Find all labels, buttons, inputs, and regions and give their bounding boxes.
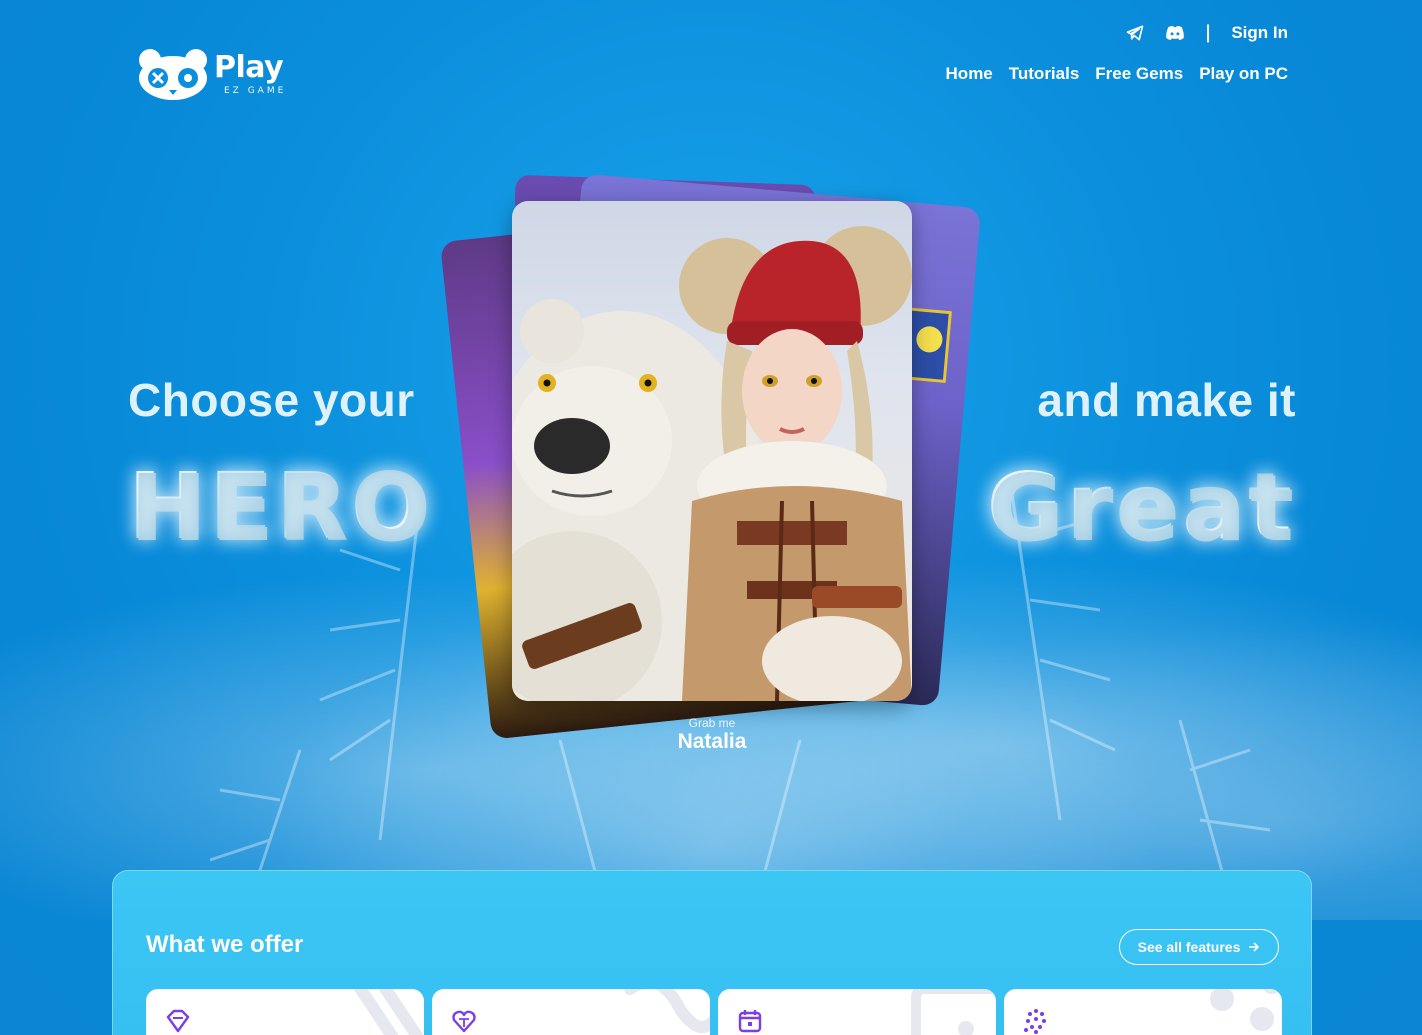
card-caption: Grab me Natalia — [612, 716, 812, 754]
offer-tiles — [146, 989, 1282, 1035]
offer-tile[interactable] — [432, 989, 710, 1035]
hero-right-text: and make it Great — [987, 372, 1296, 562]
tile-decoration — [353, 989, 424, 1035]
tile-decoration — [911, 989, 996, 1035]
nav-free-gems[interactable]: Free Gems — [1095, 64, 1183, 84]
hero-card-carousel[interactable] — [439, 173, 982, 740]
offer-title: What we offer — [146, 931, 304, 958]
hero-right-big: Great — [986, 453, 1296, 560]
calendar-icon — [738, 1010, 762, 1033]
hero-card-natalia[interactable] — [512, 201, 912, 701]
dots-icon — [1024, 1009, 1046, 1034]
nav-home[interactable]: Home — [946, 64, 993, 84]
panda-logo-icon — [139, 49, 207, 100]
discord-icon[interactable] — [1165, 23, 1185, 43]
tile-decoration — [1210, 989, 1281, 1031]
offer-tile[interactable] — [1004, 989, 1282, 1035]
nav-tutorials[interactable]: Tutorials — [1009, 64, 1080, 84]
heart-gem-icon — [452, 1010, 476, 1033]
hero-left-big: HERO — [128, 453, 433, 560]
telegram-icon[interactable] — [1125, 23, 1145, 43]
hero-right-line: and make it — [1037, 374, 1296, 426]
offer-tile[interactable] — [146, 989, 424, 1035]
brand-tagline: EZ GAME — [224, 85, 287, 96]
offer-tile[interactable] — [718, 989, 996, 1035]
hero-left-line: Choose your — [128, 374, 415, 426]
header-separator: | — [1204, 22, 1212, 43]
see-all-features-button[interactable]: See all features — [1119, 929, 1279, 965]
brand-logo[interactable]: Play EZ GAME — [136, 46, 286, 102]
card-caption-small: Grab me — [688, 716, 736, 730]
gem-icon — [166, 1009, 190, 1033]
arrow-right-icon — [1249, 942, 1260, 952]
brand-name: Play — [214, 49, 284, 85]
offer-panel: What we offer See all features — [112, 870, 1312, 1035]
sign-in-link[interactable]: Sign In — [1231, 23, 1288, 43]
header-utility: | Sign In — [1125, 22, 1288, 43]
main-nav: Home Tutorials Free Gems Play on PC — [946, 64, 1288, 84]
see-all-features-label: See all features — [1137, 939, 1241, 955]
card-caption-name: Natalia — [677, 730, 747, 753]
nav-play-on-pc[interactable]: Play on PC — [1199, 64, 1288, 84]
tile-decoration — [624, 989, 710, 1033]
hero-left-text: Choose your HERO — [128, 372, 433, 562]
hero-portrait-image — [512, 226, 912, 701]
